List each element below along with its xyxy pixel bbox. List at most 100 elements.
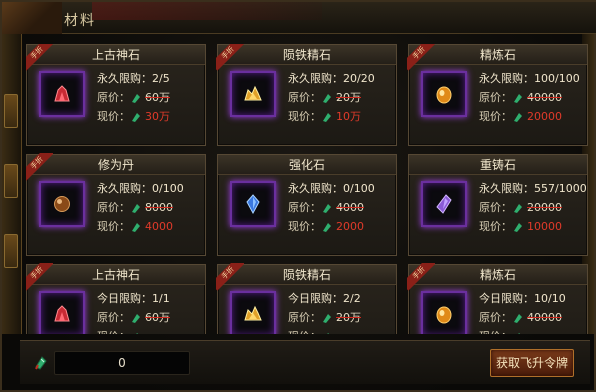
jade-price-icon: [323, 93, 331, 103]
item-card[interactable]: 上古神石 手折 永久限购：2/5 原价： 60万 现价： 30万: [26, 44, 206, 146]
original-price-label: 原价：: [288, 201, 321, 214]
item-slot[interactable]: [39, 71, 85, 117]
item-name: 上古神石: [27, 265, 205, 285]
item-card[interactable]: 精炼石手折今日限购：10/10 原价： 40000 现价：: [407, 263, 588, 334]
strike-line: [527, 317, 562, 318]
original-price: 20000: [527, 198, 562, 217]
item-info: 今日限购：10/10 原价： 40000 现价：: [479, 289, 587, 334]
strike-line: [145, 97, 170, 98]
discount-badge: 手折: [407, 263, 435, 291]
item-card[interactable]: 重铸石 永久限购：557/1000 原价： 20000 现价： 10000: [408, 154, 588, 256]
purchase-limit: 今日限购：1/1: [97, 292, 170, 305]
strike-line: [145, 207, 173, 208]
red-crystal-icon: [54, 305, 70, 322]
strike-line: [336, 207, 364, 208]
original-price-row: 原价： 8000: [97, 198, 205, 217]
item-slot[interactable]: [230, 291, 276, 334]
item-card[interactable]: 精炼石 手折 永久限购：100/100 原价： 40000 现价： 20000: [407, 44, 588, 146]
gold-ore-icon: [244, 305, 262, 321]
strike-line: [145, 317, 170, 318]
original-price-row: 原价： 60万: [97, 308, 205, 327]
original-price: 4000: [336, 198, 364, 217]
discount-ribbon: 手折: [216, 263, 244, 291]
current-price-label: 现价：: [479, 110, 512, 123]
current-price-label: 现价：: [97, 220, 130, 233]
item-info: 今日限购：2/2 原价： 20万现价：: [288, 289, 396, 334]
jade-price-icon: [514, 93, 522, 103]
item-card[interactable]: 陨铁精石 手折永久限购：20/20 原价： 20万现价： 10万: [216, 44, 397, 146]
jade-price-icon: [323, 313, 331, 323]
current-price-label: 现价：: [288, 110, 321, 123]
bottom-bar: 0 获取飞升令牌: [20, 340, 590, 384]
jade-price-icon: [323, 222, 331, 232]
acquire-token-button[interactable]: 获取飞升令牌: [490, 349, 574, 377]
current-price-row: 现价：: [479, 327, 587, 334]
original-price: 20万: [336, 88, 361, 107]
purchase-limit: 永久限购：2/5: [97, 72, 170, 85]
original-price-label: 原价：: [479, 201, 512, 214]
side-tab[interactable]: [4, 164, 18, 198]
purchase-limit: 今日限购：10/10: [479, 292, 566, 305]
original-price: 60万: [145, 88, 170, 107]
purchase-limit: 永久限购：557/1000: [479, 182, 587, 195]
discount-badge: 手折: [216, 263, 244, 291]
brown-pill-icon: [54, 196, 70, 212]
current-price-label: 现价：: [288, 220, 321, 233]
purchase-limit: 永久限购：20/20: [288, 72, 375, 85]
item-card[interactable]: 修为丹 手折永久限购：0/100 原价： 8000 现价： 4000: [26, 153, 206, 256]
side-tab[interactable]: [4, 94, 18, 128]
original-price-row: 原价： 20000: [479, 198, 587, 217]
item-slot[interactable]: [421, 291, 467, 334]
gold-ore-icon: [244, 85, 262, 101]
current-price-row: 现价： 4000: [97, 217, 205, 236]
title-ornament-banner: [92, 2, 322, 20]
current-price: 10万: [336, 110, 361, 123]
item-card[interactable]: 陨铁精石手折今日限购：2/2 原价： 20万现价：: [216, 263, 397, 334]
original-price-label: 原价：: [288, 91, 321, 104]
red-crystal-icon: [54, 85, 70, 102]
item-name: 修为丹: [27, 155, 205, 175]
side-tab[interactable]: [4, 234, 18, 268]
title-bar: 材料: [2, 2, 596, 34]
jade-price-icon: [514, 222, 522, 232]
discount-badge: 手折: [26, 153, 53, 181]
item-info: 永久限购：2/5 原价： 60万 现价： 30万: [97, 69, 205, 126]
item-slot[interactable]: [421, 181, 467, 227]
original-price: 60万: [145, 308, 170, 327]
item-slot[interactable]: [230, 71, 276, 117]
original-price-row: 原价： 40000: [479, 308, 587, 327]
item-slot[interactable]: [39, 181, 85, 227]
current-price-label: 现价：: [479, 327, 513, 334]
purchase-limit: 今日限购：2/2: [288, 292, 361, 305]
discount-badge: 手折: [216, 44, 244, 71]
item-slot[interactable]: [230, 181, 276, 227]
current-price: 30万: [145, 110, 170, 123]
original-price-label: 原价：: [479, 91, 512, 104]
item-info: 永久限购：557/1000 原价： 20000 现价： 10000: [479, 179, 587, 236]
jade-price-icon: [514, 112, 522, 122]
purchase-limit: 永久限购：0/100: [97, 182, 184, 195]
item-name: 强化石: [218, 155, 396, 175]
original-price: 40000: [527, 308, 562, 327]
blue-crystal-icon: [246, 194, 260, 214]
item-name: 精炼石: [409, 45, 587, 65]
current-price-label: 现价：: [97, 327, 131, 334]
item-card[interactable]: 强化石 永久限购：0/100 原价： 4000 现价： 2000: [217, 154, 397, 256]
current-price-row: 现价： 20000: [479, 107, 587, 126]
jade-price-icon: [518, 332, 521, 334]
item-slot[interactable]: [39, 291, 85, 334]
item-card[interactable]: 上古神石手折今日限购：1/1 原价： 60万现价：: [26, 263, 206, 334]
currency-amount: 0: [54, 351, 190, 375]
current-price-row: 现价： 10000: [479, 217, 587, 236]
discount-ribbon: 手折: [26, 153, 53, 181]
original-price-label: 原价：: [288, 311, 321, 324]
original-price-label: 原价：: [97, 201, 130, 214]
jade-price-icon: [136, 332, 139, 334]
amber-stone-icon: [436, 86, 452, 104]
item-grid: 上古神石 手折 永久限购：2/5 原价： 60万 现价： 30万 陨铁精石 手折 永久限购：20/…: [26, 44, 588, 334]
item-name: 陨铁精石: [218, 45, 396, 65]
current-price-label: 现价：: [97, 110, 130, 123]
current-price-row: 现价： 2000: [288, 217, 396, 236]
discount-ribbon: 手折: [26, 263, 53, 291]
item-slot[interactable]: [421, 71, 467, 117]
